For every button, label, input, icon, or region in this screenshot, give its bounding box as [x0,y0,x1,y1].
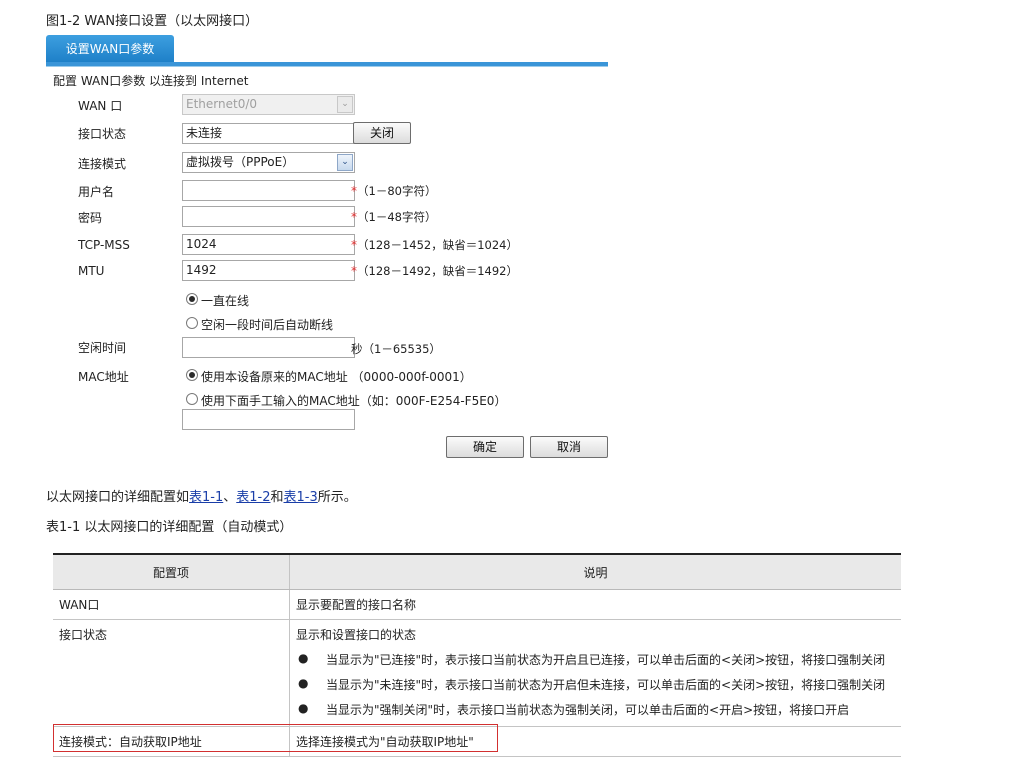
chevron-down-icon: ⌄ [337,154,353,171]
always-online-radio[interactable] [186,293,198,305]
figure-title: 图1-2 WAN接口设置（以太网接口） [46,14,259,29]
ok-button[interactable]: 确定 [446,436,524,458]
tcpmss-label: TCP-MSS [78,238,130,252]
mtu-input[interactable]: 1492 [182,260,355,281]
row-desc: 显示要配置的接口名称 [289,589,901,620]
table-row: WAN口 显示要配置的接口名称 [53,589,901,620]
cancel-button[interactable]: 取消 [530,436,608,458]
password-hint: （1－48字符） [357,210,437,224]
tab-underline-light [46,66,608,67]
bullet-icon: ● [298,701,309,715]
always-online-label: 一直在线 [201,294,250,308]
mac-manual-radio[interactable] [186,393,198,405]
username-input[interactable] [182,180,355,201]
idle-time-input[interactable] [182,337,355,358]
table-caption: 表1-1 以太网接口的详细配置（自动模式） [46,520,293,535]
list-item: ● 当显示为"未连接"时，表示接口当前状态为开启但未连接，可以单击后面的<关闭>… [296,676,895,693]
tcpmss-input[interactable]: 1024 [182,234,355,255]
username-hint: （1－80字符） [357,184,437,198]
list-item: ● 当显示为"强制关闭"时，表示接口当前状态为强制关闭，可以单击后面的<开启>按… [296,701,895,718]
mode-select-value: 虚拟拨号（PPPoE） [186,155,295,169]
wan-label: WAN 口 [78,99,123,113]
wan-select-value: Ethernet0/0 [186,97,258,111]
intro-sep: 、 [223,490,237,505]
row-desc-text: 显示和设置接口的状态 [296,628,417,642]
list-item: ● 当显示为"已连接"时，表示接口当前状态为开启且已连接，可以单击后面的<关闭>… [296,651,895,668]
idle-disconnect-label: 空闲一段时间后自动断线 [201,318,334,332]
bullet-icon: ● [298,651,309,665]
bullet-text: 当显示为"已连接"时，表示接口当前状态为开启且已连接，可以单击后面的<关闭>按钮… [326,653,886,667]
bullet-text: 当显示为"未连接"时，表示接口当前状态为开启但未连接，可以单击后面的<关闭>按钮… [326,678,886,692]
highlight-box [53,724,498,752]
link-table-1-1[interactable]: 表1-1 [189,490,223,505]
mtu-label: MTU [78,264,105,278]
password-label: 密码 [78,211,103,225]
bullet-text: 当显示为"强制关闭"时，表示接口当前状态为强制关闭，可以单击后面的<开启>按钮，… [326,703,850,717]
password-input[interactable] [182,206,355,227]
row-desc: 显示和设置接口的状态 ● 当显示为"已连接"时，表示接口当前状态为开启且已连接，… [289,619,901,727]
status-label: 接口状态 [78,127,127,141]
link-table-1-3[interactable]: 表1-3 [284,490,318,505]
mac-default-radio[interactable] [186,369,198,381]
idle-time-hint: 秒（1－65535） [351,342,441,356]
intro-suffix: 所示。 [317,490,357,505]
mtu-hint: （128－1492，缺省＝1492） [357,264,518,278]
header-config-item: 配置项 [53,553,290,590]
tab-wan-settings[interactable]: 设置WAN口参数 [46,35,174,62]
intro-text: 以太网接口的详细配置如表1-1、表1-2和表1-3所示。 [46,486,357,505]
table-row: 接口状态 显示和设置接口的状态 ● 当显示为"已连接"时，表示接口当前状态为开启… [53,619,901,727]
header-description: 说明 [289,553,901,590]
mode-label: 连接模式 [78,157,127,171]
intro-prefix: 以太网接口的详细配置如 [46,490,190,505]
mode-select[interactable]: 虚拟拨号（PPPoE） ⌄ [182,152,355,173]
idle-time-label: 空闲时间 [78,341,127,355]
bullet-icon: ● [298,676,309,690]
intro-and: 和 [270,490,284,505]
tcpmss-hint: （128－1452，缺省＝1024） [357,238,518,252]
form-subtitle: 配置 WAN口参数 以连接到 Internet [53,74,249,88]
mac-label: MAC地址 [78,370,129,384]
chevron-down-icon: ⌄ [337,96,353,113]
row-item: WAN口 [53,589,290,620]
username-label: 用户名 [78,185,115,199]
row-item: 接口状态 [53,619,290,727]
status-field: 未连接 [182,123,355,144]
idle-disconnect-radio[interactable] [186,317,198,329]
mac-default-label: 使用本设备原来的MAC地址 （0000-000f-0001） [201,370,472,384]
link-table-1-2[interactable]: 表1-2 [236,490,270,505]
mac-manual-label: 使用下面手工输入的MAC地址（如：000F-E254-F5E0） [201,394,507,408]
close-interface-button[interactable]: 关闭 [353,122,411,144]
mac-manual-input[interactable] [182,409,355,430]
wan-select[interactable]: Ethernet0/0 ⌄ [182,94,355,115]
